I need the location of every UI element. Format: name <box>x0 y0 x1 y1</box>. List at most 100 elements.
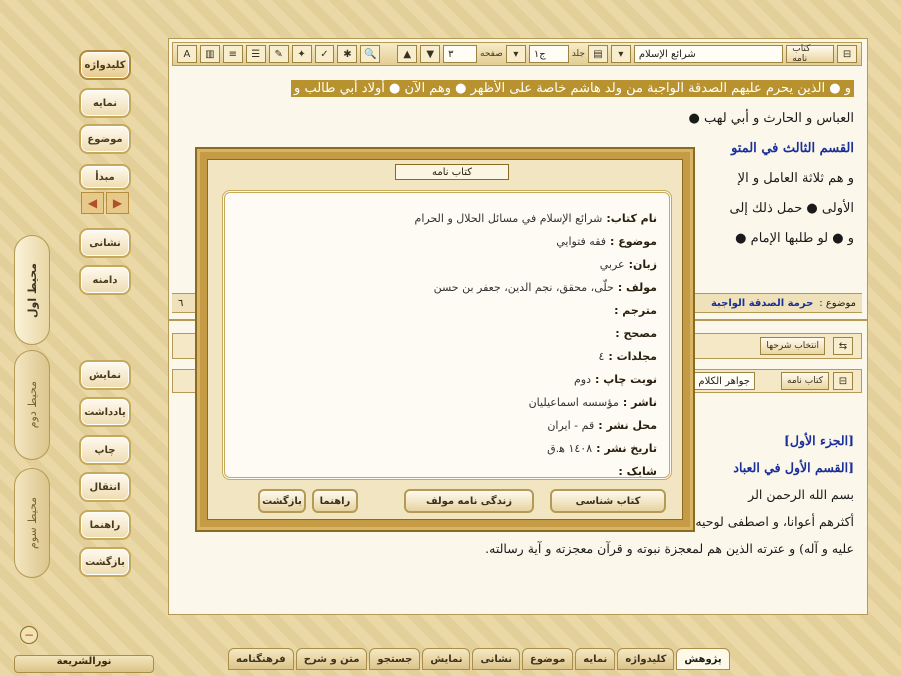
info-row: ناشر : مؤسسه اسماعيليان <box>237 391 657 414</box>
minimize-icon[interactable]: − <box>20 626 38 644</box>
info-row: نوبت چاپ : دوم <box>237 368 657 391</box>
text-line: عليه و آله) و عترته الذين هم لمعجزة نبوت… <box>485 541 854 556</box>
info-value: قم - ايران <box>547 419 595 432</box>
book-info-card: نام كتاب: شرائع الإسلام في مسائل الحلال و… <box>222 190 672 480</box>
highlight-icon[interactable]: ✦ <box>291 45 312 63</box>
info-key: موضوع : <box>610 235 657 248</box>
dialog-help-button[interactable]: راهنما <box>312 489 358 513</box>
info-key: نوبت چاپ : <box>595 373 657 386</box>
keyword-button[interactable]: كليدواژه <box>79 50 131 80</box>
tab-subject[interactable]: موضوع <box>522 648 574 670</box>
info-key: مجلدات : <box>608 350 657 363</box>
side-tab-label: محيط اول <box>25 262 39 318</box>
info-value: عربي <box>599 258 625 271</box>
select-icon[interactable]: ✓ <box>314 45 335 63</box>
arrow-up-icon[interactable]: ▲ <box>397 45 418 63</box>
index-button[interactable]: نمايه <box>79 88 131 118</box>
origin-nav: ◀ ▶ <box>79 192 131 216</box>
dropdown-icon[interactable]: ▾ <box>610 45 631 63</box>
dialog-title: كتاب نامه <box>395 164 509 180</box>
tab-address[interactable]: نشانی <box>472 648 521 670</box>
arrow-down-icon[interactable]: ▼ <box>420 45 441 63</box>
dropdown-icon[interactable]: ▾ <box>505 45 526 63</box>
bottom-tabs: فرهنگنامه متن و شرح جستجو نمايش نشانی مو… <box>228 648 730 670</box>
tab-display[interactable]: نمايش <box>422 648 471 670</box>
arrow-left-icon[interactable]: ◀ <box>81 192 104 214</box>
tab-index[interactable]: نمايه <box>575 648 616 670</box>
lower-bibliography-button[interactable]: كتاب نامه <box>781 372 829 390</box>
info-row: موضوع : فقه فتوايي <box>237 230 657 253</box>
display-button[interactable]: نمايش <box>79 360 131 390</box>
filter-icon[interactable]: ✱ <box>337 45 358 63</box>
back-button[interactable]: بازگشت <box>79 547 131 577</box>
tab-keyword[interactable]: كليدواژه <box>617 648 675 670</box>
address-button[interactable]: نشانی <box>79 228 131 258</box>
subject-button[interactable]: موضوع <box>79 124 131 154</box>
info-value: شرائع الإسلام في مسائل الحلال و الحرام <box>414 212 603 225</box>
info-key: مولف : <box>617 281 657 294</box>
page-indicator: ٦ <box>178 297 184 309</box>
side-tab-label: محيط سوم <box>25 497 39 549</box>
transfer-button[interactable]: انتقال <box>79 472 131 502</box>
text-line: و ● الذين يحرم عليهم الصدقة الواجبة من و… <box>180 74 854 104</box>
info-key: مصحح : <box>615 327 657 340</box>
info-row: مصحح : <box>237 322 657 345</box>
dialog-body: كتاب نامه نام كتاب: شرائع الإسلام في مسائ… <box>207 159 683 520</box>
tab-text-commentary[interactable]: متن و شرح <box>295 648 368 670</box>
info-row: نام كتاب: شرائع الإسلام في مسائل الحلال و… <box>237 207 657 230</box>
info-row: مترجم : <box>237 299 657 322</box>
info-row: شابک : <box>237 460 657 483</box>
select-commentaries-button[interactable]: انتخاب شرحها <box>760 337 825 355</box>
zoom-icon[interactable]: 🔍 <box>360 45 381 63</box>
tab-dictionary[interactable]: فرهنگنامه <box>228 648 294 670</box>
note-button[interactable]: يادداشت <box>79 397 131 427</box>
text-line: العباس و الحارث و أبي لهب ● <box>688 111 854 126</box>
side-tab-label: محيط دوم <box>25 381 39 429</box>
dialog-back-button[interactable]: بازگشت <box>258 489 306 513</box>
app-brand: نورالشريعة <box>14 655 154 673</box>
volume-label: جلد <box>571 49 585 59</box>
info-value: فقه فتوايي <box>556 235 607 248</box>
arrow-right-icon[interactable]: ▶ <box>106 192 129 214</box>
bibliography-info-button[interactable]: كتاب شناسی <box>550 489 666 513</box>
side-tab-context-3[interactable]: محيط سوم <box>14 468 50 578</box>
origin-button[interactable]: مبدأ <box>79 164 131 190</box>
side-tab-context-2[interactable]: محيط دوم <box>14 350 50 460</box>
volume-field[interactable]: ج١ <box>528 45 569 63</box>
info-key: مترجم : <box>614 304 657 317</box>
info-key: محل نشر : <box>598 419 657 432</box>
scope-button[interactable]: دامنه <box>79 265 131 295</box>
info-key: شابک : <box>618 465 657 478</box>
info-value: ٤ <box>598 350 605 363</box>
info-row: مجلدات :٤ <box>237 345 657 368</box>
book-title-field[interactable]: شرائع الإسلام <box>633 45 784 63</box>
author-bio-button[interactable]: زندگی نامه مولف <box>404 489 534 513</box>
list-icon[interactable]: ☰ <box>245 45 266 63</box>
info-row: محل نشر : قم - ايران <box>237 414 657 437</box>
panel-toggle-icon[interactable]: ⊟ <box>837 45 857 63</box>
info-key: ناشر : <box>622 396 657 409</box>
column-icon[interactable]: ▥ <box>199 45 220 63</box>
mark-icon[interactable]: ✎ <box>268 45 289 63</box>
print-button[interactable]: چاپ <box>79 435 131 465</box>
commentary-icon[interactable]: ⇆ <box>833 337 853 355</box>
page-label: صفحه <box>480 49 503 59</box>
info-value: دوم <box>573 373 592 386</box>
page-field[interactable]: ٣ <box>443 45 478 63</box>
lower-panel-toggle-icon[interactable]: ⊟ <box>833 372 853 390</box>
top-toolbar: A ▥ ≡ ☰ ✎ ✦ ✓ ✱ 🔍 ▲ ▼ ٣ صفحه ▾ ج١ جلد ▤ … <box>172 42 862 66</box>
info-row: تاريخ نشر :١٤٠٨ ه‍.ق <box>237 437 657 460</box>
help-button[interactable]: راهنما <box>79 510 131 540</box>
dialog-footer: بازگشت راهنما زندگی نامه مولف كتاب شناسی <box>222 488 672 514</box>
subject-value[interactable]: حرمة الصدقة الواجبة <box>711 298 813 309</box>
side-tab-context-1[interactable]: محيط اول <box>14 235 50 345</box>
info-row: زبان: عربي <box>237 253 657 276</box>
align-icon[interactable]: ≡ <box>222 45 243 63</box>
tab-research[interactable]: پژوهش <box>676 648 730 670</box>
info-value: مؤسسه اسماعيليان <box>528 396 619 409</box>
bibliography-button[interactable]: كتاب نامه <box>786 44 835 64</box>
book-icon[interactable]: ▤ <box>587 45 608 63</box>
search-text-icon[interactable]: A <box>177 45 197 63</box>
tab-search[interactable]: جستجو <box>369 648 421 670</box>
info-value: حلّی، محقق، نجم الدين، جعفر بن حسن <box>433 281 614 294</box>
